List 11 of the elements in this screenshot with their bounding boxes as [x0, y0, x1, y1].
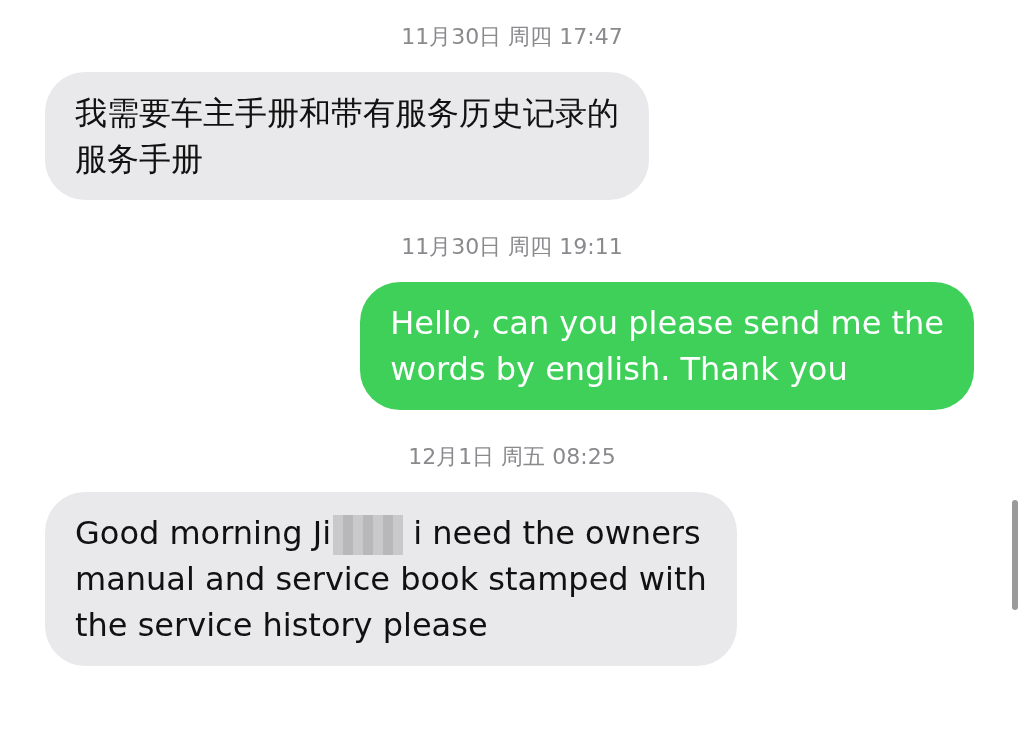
timestamp: 11月30日 周四 19:11 — [401, 233, 623, 261]
message-text: Hello, can you please send me the — [390, 303, 944, 344]
timestamp: 12月1日 周五 08:25 — [408, 443, 616, 471]
timestamp: 11月30日 周四 17:47 — [401, 23, 623, 51]
message-text: manual and service book stamped with — [75, 559, 707, 600]
message-text: Good morning Ji i need the owners — [75, 510, 701, 556]
message-text: words by english. Thank you — [390, 349, 848, 390]
message-text: 服务手册 — [75, 139, 203, 180]
message-text: 我需要车主手册和带有服务历史记录的 — [75, 93, 619, 134]
message-text: the service history please — [75, 605, 488, 646]
scrollbar[interactable] — [1012, 500, 1018, 610]
